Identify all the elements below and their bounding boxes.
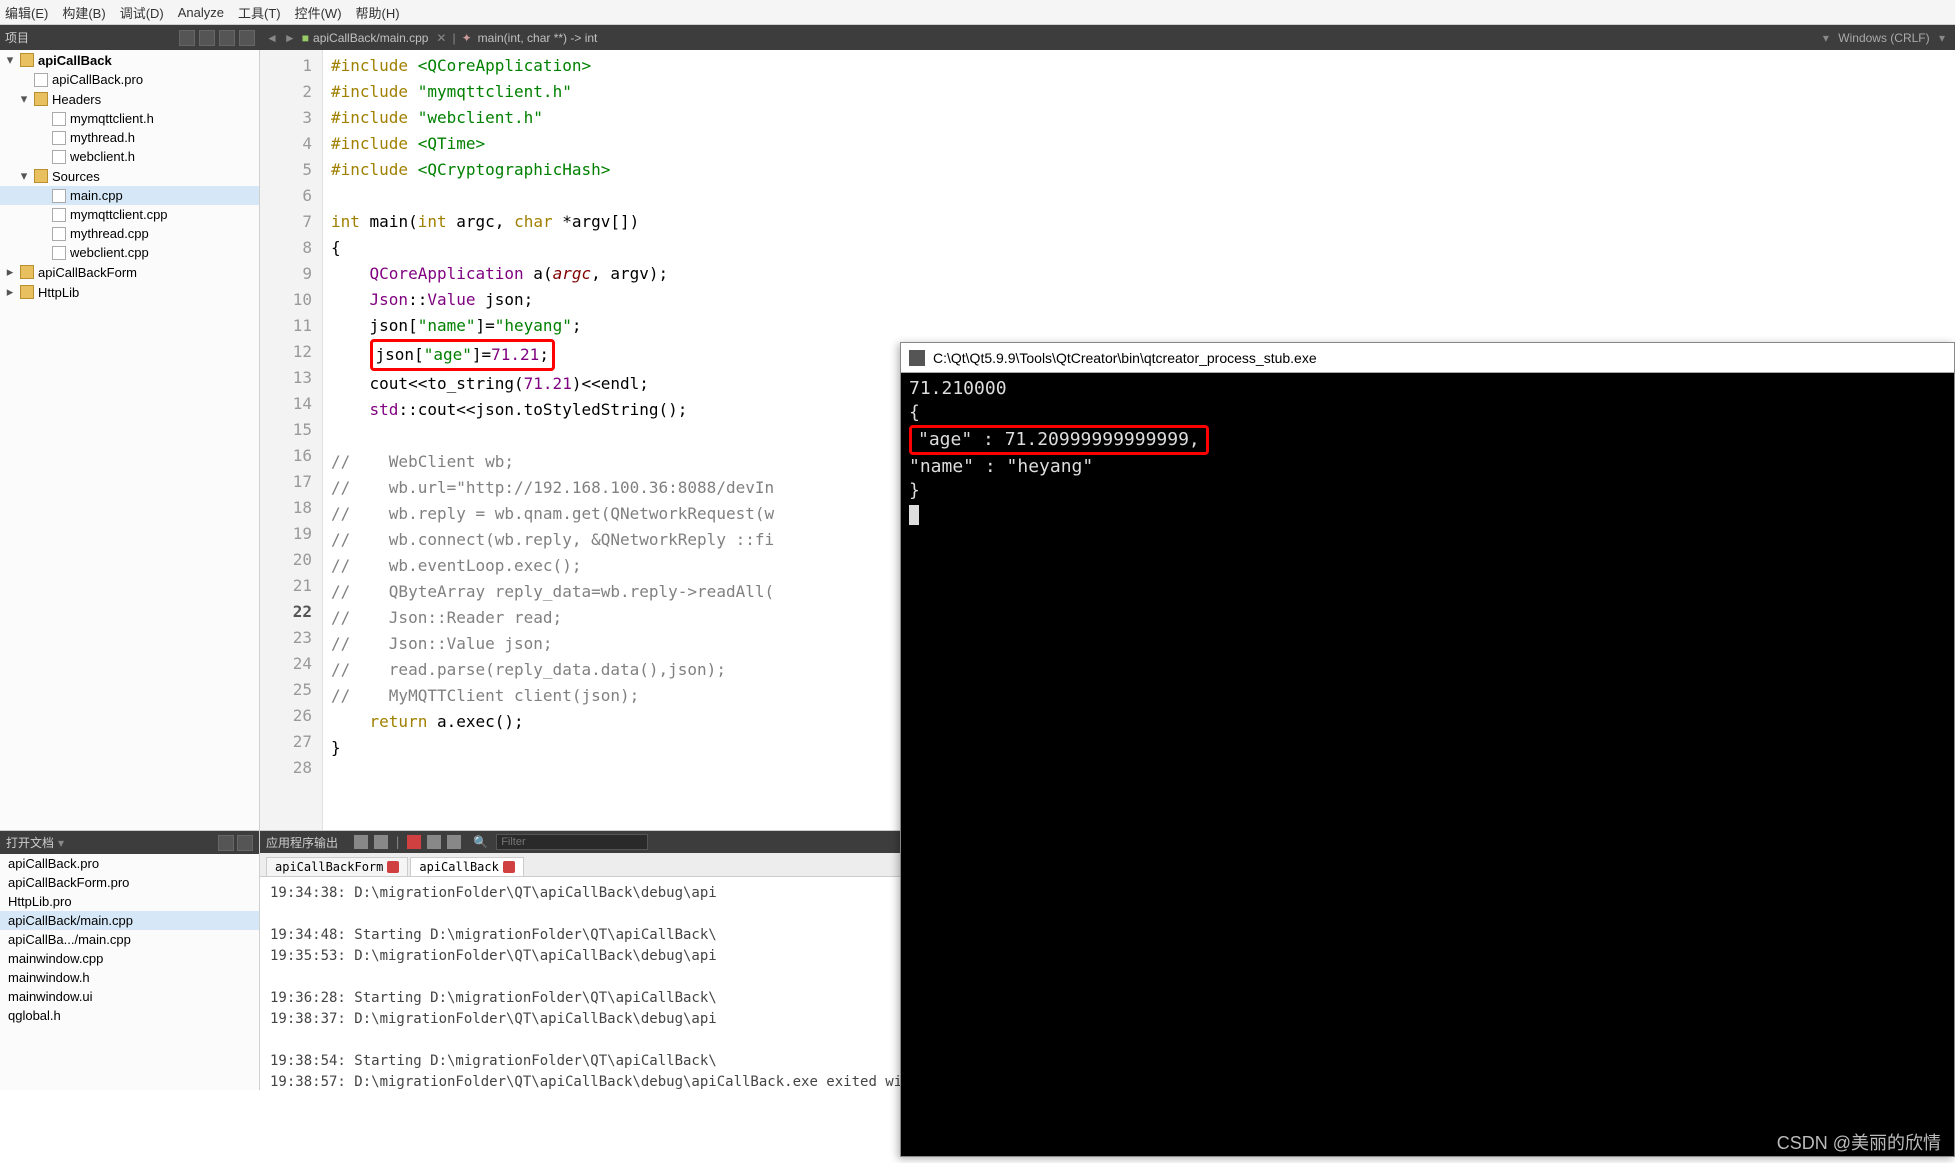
terminal-body: 71.210000 { "age" : 71.20999999999999, "… [901,373,1954,531]
menu-debug[interactable]: 调试(D) [120,3,164,22]
folder-icon [20,285,34,299]
open-file-item[interactable]: apiCallBackForm.pro [0,873,259,892]
close-icon[interactable] [503,861,515,873]
menu-bar: 编辑(E) 构建(B) 调试(D) Analyze 工具(T) 控件(W) 帮助… [0,0,1955,25]
tree-item[interactable]: ▸HttpLib [0,282,259,302]
tree-item[interactable]: ▸apiCallBackForm [0,262,259,282]
cursor-icon [909,505,919,525]
menu-edit[interactable]: 编辑(E) [5,3,48,22]
toolbar: 项目 ◄ ► ■ apiCallBack/main.cpp ✕ | ✦ main… [0,25,1955,50]
tree-item[interactable]: mythread.h [0,128,259,147]
terminal-window[interactable]: C:\Qt\Qt5.9.9\Tools\QtCreator\bin\qtcrea… [900,342,1955,1157]
nav-fwd-icon[interactable]: ► [284,31,296,45]
open-file-item[interactable]: apiCallBack.pro [0,854,259,873]
settings-icon[interactable] [447,835,461,849]
terminal-line: { [909,401,1946,425]
file-icon [52,246,66,260]
file-icon [52,189,66,203]
open-files-panel: 打开文档 ▾ apiCallBack.proapiCallBackForm.pr… [0,831,260,1090]
tree-item[interactable]: main.cpp [0,186,259,205]
project-panel-title: 项目 [5,29,29,46]
tree-item[interactable]: mythread.cpp [0,224,259,243]
tree-item[interactable]: apiCallBack.pro [0,70,259,89]
filter-input[interactable] [496,834,648,850]
tree-item[interactable]: ▾Headers [0,89,259,109]
file-icon [52,227,66,241]
file-icon [34,73,48,87]
folder-icon [34,92,48,106]
open-file-item[interactable]: HttpLib.pro [0,892,259,911]
tree-item[interactable]: mymqttclient.cpp [0,205,259,224]
next-icon[interactable] [374,835,388,849]
output-tab[interactable]: apiCallBack [410,857,523,876]
close-icon[interactable] [387,861,399,873]
stop-icon[interactable] [407,835,421,849]
folder-icon [20,53,34,67]
tree-item[interactable]: webclient.cpp [0,243,259,262]
terminal-line: } [909,479,1946,503]
open-files-title: 打开文档 [6,834,54,851]
open-file-item[interactable]: apiCallBa.../main.cpp [0,930,259,949]
clear-icon[interactable] [427,835,441,849]
prev-icon[interactable] [354,835,368,849]
file-icon [52,208,66,222]
menu-build[interactable]: 构建(B) [62,3,105,22]
project-tree: ▾apiCallBackapiCallBack.pro▾Headersmymqt… [0,50,260,830]
open-file-item[interactable]: mainwindow.ui [0,987,259,1006]
close-panel-icon[interactable] [237,835,253,851]
encoding-label[interactable]: Windows (CRLF) [1838,31,1929,45]
terminal-title-text: C:\Qt\Qt5.9.9\Tools\QtCreator\bin\qtcrea… [933,350,1317,366]
editor-file-path: apiCallBack/main.cpp [313,31,428,45]
menu-widgets[interactable]: 控件(W) [295,3,342,22]
open-file-item[interactable]: mainwindow.cpp [0,949,259,968]
watermark: CSDN @美丽的欣情 [1777,1129,1941,1155]
add-icon[interactable] [219,30,235,46]
file-icon [52,150,66,164]
terminal-line: "age" : 71.20999999999999, [909,425,1946,455]
terminal-line: "name" : "heyang" [909,455,1946,479]
close-icon[interactable]: ✕ [436,31,446,45]
highlighted-output: "age" : 71.20999999999999, [909,425,1209,455]
tree-item[interactable]: webclient.h [0,147,259,166]
terminal-icon [909,350,925,366]
split-icon[interactable] [218,835,234,851]
split-icon[interactable] [239,30,255,46]
tree-item[interactable]: ▾Sources [0,166,259,186]
open-file-item[interactable]: qglobal.h [0,1006,259,1025]
nav-back-icon[interactable]: ◄ [266,31,278,45]
sync-icon[interactable] [199,30,215,46]
output-tab[interactable]: apiCallBackForm [266,857,408,876]
editor-file-tab[interactable]: ■ apiCallBack/main.cpp ✕ [302,31,447,45]
filter-icon[interactable] [179,30,195,46]
terminal-titlebar[interactable]: C:\Qt\Qt5.9.9\Tools\QtCreator\bin\qtcrea… [901,343,1954,373]
folder-icon [20,265,34,279]
open-file-item[interactable]: mainwindow.h [0,968,259,987]
file-icon [52,112,66,126]
terminal-line: 71.210000 [909,377,1946,401]
tree-item[interactable]: mymqttclient.h [0,109,259,128]
open-file-item[interactable]: apiCallBack/main.cpp [0,911,259,930]
output-title: 应用程序输出 [266,834,338,851]
menu-tools[interactable]: 工具(T) [238,3,281,22]
menu-analyze[interactable]: Analyze [178,5,224,20]
menu-help[interactable]: 帮助(H) [356,3,400,22]
tree-item[interactable]: ▾apiCallBack [0,50,259,70]
symbol-combo[interactable]: main(int, char **) -> int [478,31,598,45]
folder-icon [34,169,48,183]
file-icon [52,131,66,145]
line-gutter: 1234567891011121314151617181920212223242… [260,50,323,830]
